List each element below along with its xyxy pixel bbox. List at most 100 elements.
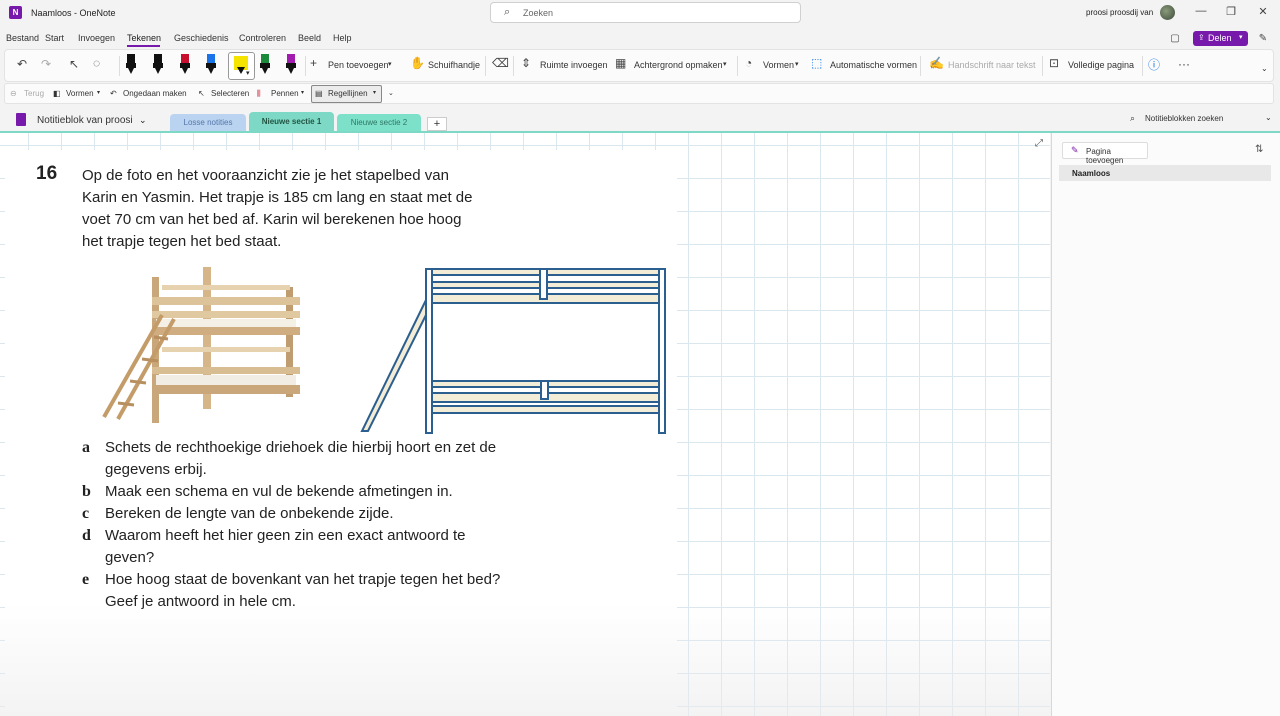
undo-icon[interactable]: ↶ (17, 57, 27, 71)
active-tab-indicator (127, 45, 160, 47)
sticky-notes-icon[interactable]: ▢ (1168, 33, 1182, 44)
minimize-button[interactable]: — (1194, 5, 1208, 17)
separator (1042, 56, 1043, 76)
question-line: Op de foto en het vooraanzicht zie je he… (82, 167, 449, 184)
eraser-icon[interactable]: ⌫ (492, 56, 509, 70)
shapes-button[interactable]: Vormen (763, 60, 794, 70)
undo-icon: ↶ (110, 89, 117, 98)
back-icon[interactable]: ⊖ (10, 89, 17, 98)
section-tab-nieuwe-sectie-2[interactable]: Nieuwe sectie 2 (337, 114, 421, 132)
subquestion-text: Schets de rechthoekige driehoek die hier… (105, 439, 497, 478)
more-options-button[interactable]: ··· (1178, 57, 1190, 71)
close-button[interactable]: ✕ (1256, 5, 1270, 18)
bunk-bed-front-view (360, 268, 666, 434)
qa-shapes-button[interactable]: Vormen (66, 89, 94, 98)
full-page-button[interactable]: Volledige pagina (1068, 60, 1134, 70)
notebook-icon (16, 113, 26, 126)
chevron-down-icon[interactable]: ▾ (246, 69, 250, 77)
bunk-bed-photo (102, 267, 300, 423)
menu-bar: Bestand Start Invoegen Tekenen Geschiede… (0, 31, 1280, 47)
help-icon[interactable]: ⓘ (1148, 56, 1160, 73)
customize-toolbar-icon[interactable]: ⌄ (388, 89, 394, 97)
background-button[interactable]: Achtergrond opmaken (634, 60, 723, 70)
tab-help[interactable]: Help (333, 33, 352, 43)
pen-green[interactable] (258, 53, 272, 79)
chevron-down-icon[interactable]: ▾ (795, 60, 799, 68)
insert-space-button[interactable]: Ruimte invoegen (540, 60, 608, 70)
qa-select-button[interactable]: Selecteren (211, 89, 249, 98)
add-pen-button[interactable]: Pen toevoegen (328, 60, 389, 70)
tab-start[interactable]: Start (45, 33, 64, 43)
user-name[interactable]: proosi proosdij van (1086, 8, 1153, 17)
chevron-down-icon[interactable]: ▾ (388, 60, 392, 68)
lasso-icon[interactable]: ◌ (93, 56, 100, 70)
pen-blue[interactable] (204, 53, 218, 79)
page-canvas[interactable]: 16 Op de foto en het vooraanzicht zie je… (0, 133, 1050, 716)
sort-icon[interactable]: ⇅ (1255, 144, 1263, 155)
pens-icon: ⫼ (257, 89, 261, 98)
search-input[interactable]: ⌕ Zoeken (490, 2, 801, 23)
qa-rule-lines-button[interactable]: Regellijnen (328, 89, 368, 98)
question-text: Op de foto en het vooraanzicht zie je he… (82, 165, 522, 253)
auto-shapes-button[interactable]: Automatische vormen (830, 60, 917, 70)
tab-bestand[interactable]: Bestand (6, 33, 39, 43)
tab-controleren[interactable]: Controleren (239, 33, 286, 43)
window-title: Naamloos - OneNote (31, 8, 116, 18)
add-page-button[interactable]: ✎ Pagina toevoegen (1062, 142, 1148, 165)
avatar[interactable] (1160, 5, 1175, 20)
chevron-down-icon[interactable]: ▾ (1239, 33, 1243, 41)
ruler-button[interactable]: Schuifhandje (428, 60, 480, 70)
page-item-label: Naamloos (1072, 169, 1111, 178)
qa-pens-button[interactable]: Pennen (271, 89, 299, 98)
pen-black-2[interactable] (151, 53, 165, 79)
subquestion-letter: a (82, 439, 90, 456)
back-button[interactable]: Terug (24, 89, 44, 98)
subquestion-letter: b (82, 483, 91, 500)
question-line: voet 70 cm van het bed af. Karin wil ber… (82, 211, 462, 228)
select-arrow-icon[interactable]: ↖ (69, 57, 79, 71)
section-tab-nieuwe-sectie-1[interactable]: Nieuwe sectie 1 (249, 112, 334, 132)
add-section-button[interactable]: + (427, 117, 447, 131)
question-number: 16 (36, 163, 58, 184)
subquestion-text: Maak een schema en vul de bekende afmeti… (105, 483, 453, 500)
notebook-search-input[interactable]: ⌕ Notitieblokken zoeken ⌄ (1125, 111, 1275, 128)
pen-yellow-highlighter-selected[interactable]: ▾ (228, 52, 255, 80)
title-bar: N Naamloos - OneNote ⌕ Zoeken proosi pro… (0, 0, 1280, 26)
tab-invoegen[interactable]: Invoegen (78, 33, 115, 43)
restore-button[interactable]: ❐ (1224, 5, 1238, 18)
qa-undo-button[interactable]: Ongedaan maken (123, 89, 187, 98)
rule-lines-icon: ▤ (315, 89, 323, 98)
question-line: Karin en Yasmin. Het trapje is 185 cm la… (82, 189, 473, 206)
chevron-down-icon[interactable]: ⌄ (1265, 113, 1272, 122)
add-page-label: Pagina toevoegen (1086, 147, 1124, 165)
ink-to-text-icon: ✍ (929, 56, 944, 70)
notebook-name[interactable]: Notitieblok van proosi (37, 115, 133, 126)
pen-black-1[interactable] (124, 53, 138, 79)
share-button[interactable]: ⇪ Delen ▾ (1193, 31, 1248, 46)
separator (485, 56, 486, 76)
quick-access-toolbar: ⊖ Terug ◧ Vormen ▾ ↶ Ongedaan maken ↖ Se… (4, 83, 1274, 104)
tab-beeld[interactable]: Beeld (298, 33, 321, 43)
ink-to-text-button[interactable]: Handschrift naar tekst (948, 60, 1036, 70)
separator (737, 56, 738, 76)
expand-icon[interactable]: ⤢ (1035, 138, 1043, 149)
chevron-down-icon[interactable]: ▾ (301, 89, 304, 96)
chevron-down-icon[interactable]: ▾ (723, 60, 727, 68)
pen-red[interactable] (178, 53, 192, 79)
section-tab-losse-notities[interactable]: Losse notities (170, 114, 246, 132)
redo-icon[interactable]: ↷ (41, 57, 51, 71)
chevron-down-icon[interactable]: ▾ (97, 89, 100, 96)
background-icon: ▦ (615, 56, 627, 70)
plus-icon: + (310, 56, 318, 70)
chevron-down-icon[interactable]: ⌄ (139, 115, 147, 126)
tab-tekenen[interactable]: Tekenen (127, 33, 161, 43)
pen-purple[interactable] (284, 53, 298, 79)
page-item[interactable]: Naamloos (1059, 165, 1271, 181)
chevron-down-icon[interactable]: ▾ (373, 89, 376, 96)
shapes-icon: ◧ (53, 89, 61, 98)
pen-mode-icon[interactable]: ✎ (1256, 33, 1270, 44)
share-label: Delen (1208, 33, 1232, 43)
tab-geschiedenis[interactable]: Geschiedenis (174, 33, 229, 43)
ribbon-collapse-icon[interactable]: ⌄ (1261, 64, 1268, 73)
add-page-icon: ✎ (1071, 145, 1079, 155)
